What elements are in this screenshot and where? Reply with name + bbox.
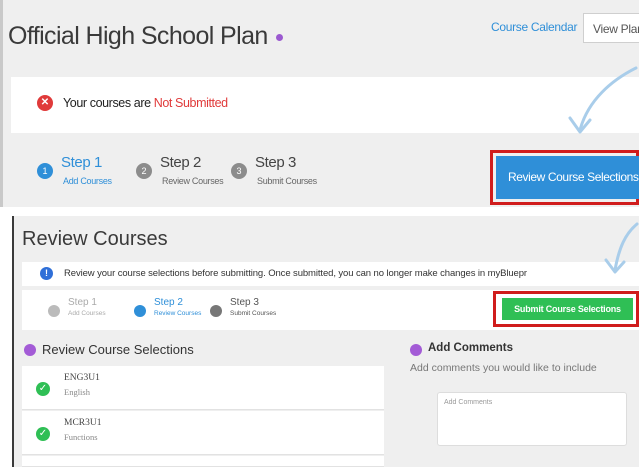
curved-arrow-icon: [604, 222, 639, 274]
course-name: English: [64, 387, 90, 397]
course-item[interactable]: ✓ ENG3U1 English: [22, 366, 384, 410]
course-item[interactable]: [22, 456, 384, 467]
review-step-3-label: Step 3: [230, 297, 259, 308]
submission-status-text: Your courses are Not Submitted: [63, 96, 228, 110]
section-dot-icon: [24, 344, 36, 356]
step-2-sublabel: Review Courses: [162, 176, 224, 186]
review-selections-heading: Review Course Selections: [42, 342, 194, 357]
status-dot-icon: [275, 33, 283, 41]
error-x-icon: ✕: [37, 95, 53, 111]
review-courses-title: Review Courses: [22, 228, 168, 250]
review-step-3-sublabel: Submit Courses: [230, 310, 277, 317]
review-step-1-sublabel: Add Courses: [68, 310, 106, 317]
step-2-label: Step 2: [160, 154, 201, 171]
step-number-icon: [210, 305, 222, 317]
info-icon: !: [40, 267, 53, 280]
step-1-label: Step 1: [61, 154, 102, 171]
add-comments-hint: Add comments you would like to include: [410, 362, 597, 374]
submit-button-highlight: Submit Course Selections: [493, 291, 639, 327]
review-step-2-sublabel: Review Courses: [154, 310, 202, 317]
step-3-sublabel: Submit Courses: [257, 176, 317, 186]
add-comments-heading: Add Comments: [428, 342, 513, 354]
info-text: Review your course selections before sub…: [64, 268, 527, 279]
step-1-sublabel: Add Courses: [63, 176, 112, 186]
review-course-selections-button[interactable]: Review Course Selections: [496, 156, 639, 199]
course-calendar-link[interactable]: Course Calendar: [491, 20, 578, 34]
page-title-text: Official High School Plan: [8, 22, 268, 50]
curved-arrow-icon: [568, 66, 638, 134]
section-dot-icon: [410, 344, 422, 356]
status-value: Not Submitted: [153, 96, 228, 110]
step-3-number-icon: 3: [231, 163, 247, 179]
comments-textarea[interactable]: Add Comments: [437, 392, 627, 446]
course-code: MCR3U1: [64, 418, 102, 428]
panel-edge: [0, 0, 3, 207]
submit-course-selections-button[interactable]: Submit Course Selections: [502, 298, 633, 320]
page-title: Official High School Plan: [8, 22, 283, 51]
info-banner: ! Review your course selections before s…: [22, 262, 639, 286]
step-3-label: Step 3: [255, 154, 296, 171]
step-1-number-icon: 1: [37, 163, 53, 179]
course-item[interactable]: ✓ MCR3U1 Functions: [22, 411, 384, 455]
step-progress: 1 Step 1 Add Courses 2 Step 2 Review Cou…: [11, 148, 481, 204]
review-step-2-label: Step 2: [154, 297, 183, 308]
view-plan-button[interactable]: View Plan: [583, 13, 639, 43]
step-2-number-icon: 2: [136, 163, 152, 179]
course-name: Functions: [64, 432, 98, 442]
submission-status-banner: ✕ Your courses are Not Submitted: [11, 77, 639, 133]
status-prefix: Your courses are: [63, 96, 154, 110]
panel-edge: [12, 216, 14, 467]
check-icon: ✓: [36, 382, 50, 396]
check-icon: ✓: [36, 427, 50, 441]
check-icon: [48, 305, 60, 317]
review-button-highlight: Review Course Selections: [490, 150, 639, 205]
step-number-icon: [134, 305, 146, 317]
review-step-1-label: Step 1: [68, 297, 97, 308]
course-code: ENG3U1: [64, 373, 100, 383]
